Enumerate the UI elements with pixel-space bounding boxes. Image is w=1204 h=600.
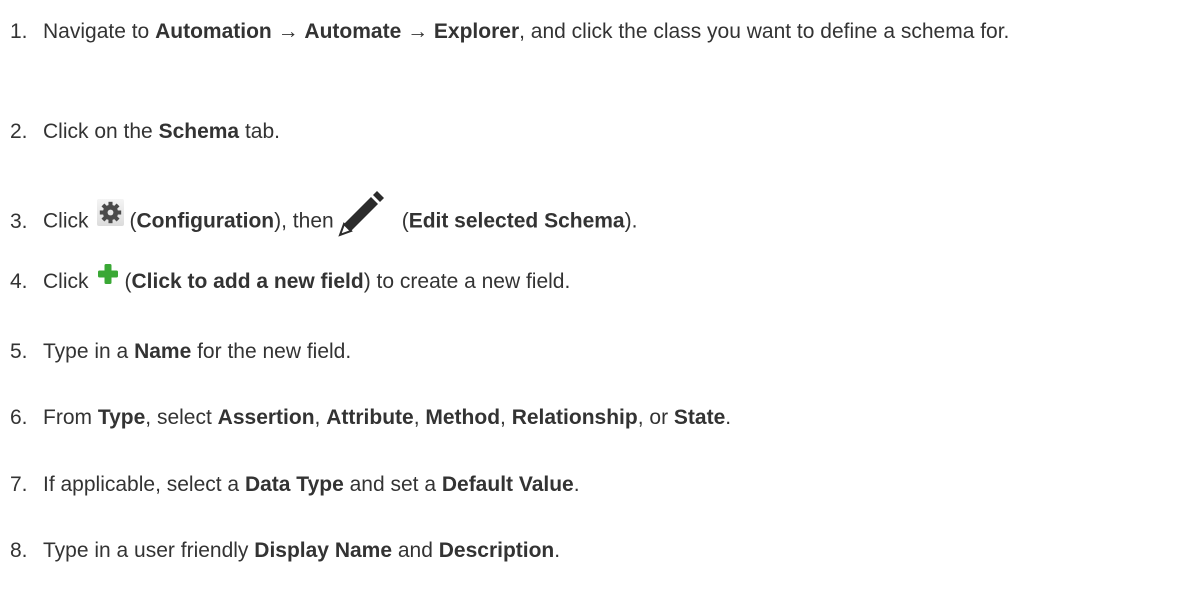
step-text-bold: Assertion: [217, 406, 315, 429]
step-content: 4. Click (Click to add a new field) to cre…: [10, 264, 1200, 297]
step-4: 4. Click (Click to add a new field) to cre…: [10, 264, 1200, 297]
step-text-bold: Data Type: [244, 473, 344, 496]
step-text: .: [554, 539, 561, 562]
step-7: 7. If applicable, select a Data Type and …: [10, 470, 1200, 500]
step-text: for the new field.: [191, 340, 352, 363]
step-text-bold: State: [673, 406, 726, 429]
step-text-bold: Schema: [158, 120, 240, 143]
step-1: 1. Navigate to Automation → Automate → Ex…: [10, 17, 1200, 47]
step-text-bold: Display Name: [254, 539, 393, 562]
step-text-bold: Relationship: [511, 406, 638, 429]
step-text: Click: [43, 270, 89, 293]
step-text-bold: Method: [425, 406, 501, 429]
step-text: ), then: [274, 209, 334, 233]
step-text-bold: Explorer: [433, 20, 520, 43]
step-text: Click on the: [43, 120, 159, 143]
step-number: 5.: [10, 340, 28, 363]
step-text: From: [43, 406, 98, 429]
step-text-bold: Edit selected Schema: [408, 209, 625, 233]
step-3: 3. Click (Configuration), then (Edit select…: [10, 191, 1200, 247]
plus-icon[interactable]: [97, 263, 119, 285]
gear-icon[interactable]: [96, 198, 124, 226]
step-text-bold: Automate: [304, 20, 402, 43]
step-number: 7.: [10, 473, 28, 496]
step-text: ).: [624, 209, 638, 233]
step-text-bold: Configuration: [136, 209, 275, 233]
step-text: , select: [145, 406, 218, 429]
step-content: 8. Type in a user friendly Display Name a…: [10, 536, 1200, 566]
step-number: 1.: [10, 20, 28, 43]
step-text-bold: Attribute: [326, 406, 414, 429]
step-text-bold: Default Value: [441, 473, 574, 496]
step-content: 7. If applicable, select a Data Type and …: [10, 470, 1200, 500]
step-text: →: [271, 20, 305, 43]
step-text-bold: Automation: [155, 20, 272, 43]
step-text: If applicable, select a: [43, 473, 245, 496]
step-text: , and click the class you want to define…: [519, 20, 1010, 43]
step-text: tab.: [239, 120, 280, 143]
step-8: 8. Type in a user friendly Display Name a…: [10, 536, 1200, 566]
step-number: 2.: [10, 120, 28, 143]
step-text: (: [401, 209, 409, 233]
step-content: 6. From Type, select Assertion, Attribute…: [10, 403, 1200, 433]
step-content: 3. Click (Configuration), then (Edit select…: [10, 191, 1200, 247]
step-content: 5. Type in a Name for the new field.: [10, 337, 1200, 367]
step-number: 4.: [10, 270, 28, 293]
step-number: 3.: [10, 209, 28, 233]
step-5: 5. Type in a Name for the new field.: [10, 337, 1200, 367]
step-6: 6. From Type, select Assertion, Attribute…: [10, 403, 1200, 433]
step-text-bold: Name: [134, 340, 192, 363]
step-text: ,: [413, 406, 426, 429]
step-text-bold: Click to add a new field: [131, 270, 364, 293]
step-text: ) to create a new field.: [363, 270, 571, 293]
step-text-bold: Description: [438, 539, 555, 562]
step-2: 2. Click on the Schema tab.: [10, 117, 1200, 147]
step-text: , or: [637, 406, 674, 429]
step-text: and set a: [343, 473, 442, 496]
step-content: 1. Navigate to Automation → Automate → Ex…: [10, 17, 1200, 47]
step-text: Type in a user friendly: [43, 539, 255, 562]
step-text: →: [401, 20, 434, 43]
step-text: .: [725, 406, 732, 429]
step-text: .: [573, 473, 580, 496]
step-text: ,: [314, 406, 327, 429]
step-text: (: [124, 270, 132, 293]
step-text: Type in a: [43, 340, 135, 363]
step-number: 8.: [10, 539, 28, 562]
pencil-icon[interactable]: [336, 187, 386, 237]
step-text: (: [129, 209, 137, 233]
step-content: 2. Click on the Schema tab.: [10, 117, 1200, 147]
step-text: Navigate to: [43, 20, 156, 43]
step-text: Click: [43, 209, 89, 233]
step-text-bold: Type: [97, 406, 146, 429]
step-text: ,: [500, 406, 512, 429]
step-number: 6.: [10, 406, 28, 429]
step-text: and: [392, 539, 439, 562]
